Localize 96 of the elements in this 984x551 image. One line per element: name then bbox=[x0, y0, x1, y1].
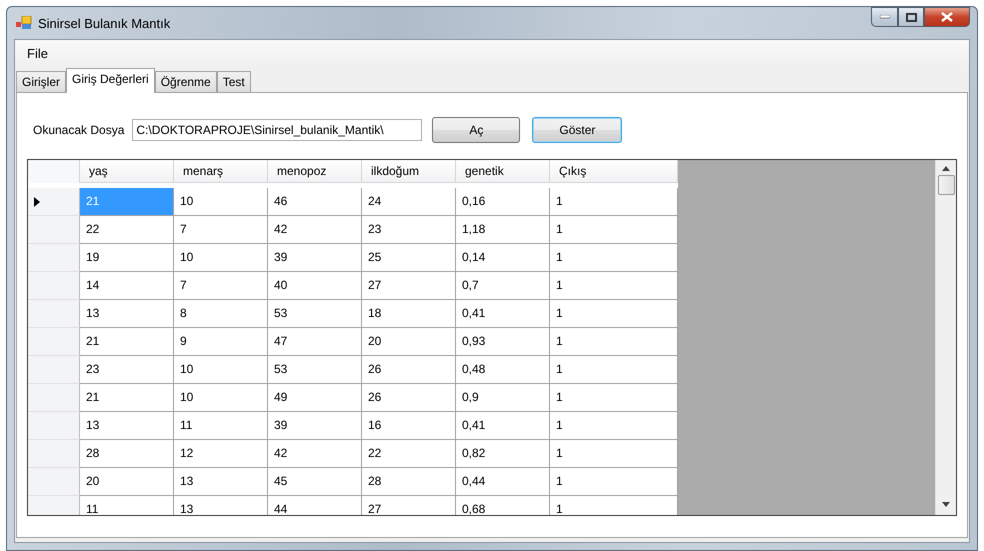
table-cell: 21 bbox=[80, 328, 174, 356]
table-cell: 22 bbox=[80, 216, 174, 244]
table-cell: 12 bbox=[174, 440, 268, 468]
table-cell: 19 bbox=[80, 244, 174, 272]
table-cell: 1,18 bbox=[456, 216, 550, 244]
table-cell: 13 bbox=[80, 300, 174, 328]
table-cell: 28 bbox=[80, 440, 174, 468]
table-cell: 47 bbox=[268, 328, 362, 356]
table-cell: 9 bbox=[174, 328, 268, 356]
scrollbar[interactable] bbox=[935, 160, 956, 515]
table-cell: 25 bbox=[362, 244, 456, 272]
show-button[interactable]: Göster bbox=[532, 117, 622, 143]
row-header[interactable] bbox=[28, 188, 80, 216]
table-cell: 1 bbox=[550, 244, 678, 272]
table-cell: 0,82 bbox=[456, 440, 550, 468]
table-cell: 7 bbox=[174, 272, 268, 300]
table-cell: 27 bbox=[362, 272, 456, 300]
file-path-field[interactable]: C:\DOKTORAPROJE\Sinirsel_bulanik_Mantik\ bbox=[132, 119, 422, 141]
scroll-down-icon bbox=[942, 502, 950, 507]
column-header[interactable]: menarş bbox=[174, 160, 268, 183]
field-label: Okunacak Dosya bbox=[33, 123, 124, 137]
scrollbar-thumb[interactable] bbox=[938, 175, 954, 195]
table-cell: 28 bbox=[362, 468, 456, 496]
table-cell: 23 bbox=[80, 356, 174, 384]
table-cell: 10 bbox=[174, 244, 268, 272]
table-cell: 0,7 bbox=[456, 272, 550, 300]
table-cell: 0,14 bbox=[456, 244, 550, 272]
table-cell: 21 bbox=[80, 384, 174, 412]
table-cell: 53 bbox=[268, 356, 362, 384]
table-cell: 20 bbox=[362, 328, 456, 356]
table-cell: 23 bbox=[362, 216, 456, 244]
table-cell: 1 bbox=[550, 300, 678, 328]
table-cell: 45 bbox=[268, 468, 362, 496]
restore-icon bbox=[906, 12, 916, 22]
table-cell: 18 bbox=[362, 300, 456, 328]
table-cell: 0,41 bbox=[456, 412, 550, 440]
header-corner[interactable] bbox=[28, 160, 80, 183]
table-cell: 0,16 bbox=[456, 188, 550, 216]
table-cell: 21 bbox=[80, 188, 174, 216]
column-header[interactable]: menopoz bbox=[268, 160, 362, 183]
column-header[interactable]: yaş bbox=[80, 160, 174, 183]
table-cell: 49 bbox=[268, 384, 362, 412]
table-cell: 42 bbox=[268, 440, 362, 468]
table-cell: 11 bbox=[174, 412, 268, 440]
tab[interactable]: Giriş Değerleri bbox=[66, 68, 155, 93]
table-cell: 14 bbox=[80, 272, 174, 300]
app-icon bbox=[16, 16, 32, 30]
table-cell: 1 bbox=[550, 468, 678, 496]
table-cell: 1 bbox=[550, 188, 678, 216]
open-button[interactable]: Aç bbox=[432, 117, 520, 143]
current-row-icon bbox=[34, 196, 40, 206]
table-cell: 10 bbox=[174, 356, 268, 384]
table-cell: 0,9 bbox=[456, 384, 550, 412]
table-cell: 42 bbox=[268, 216, 362, 244]
table-cell: 7 bbox=[174, 216, 268, 244]
close-icon bbox=[941, 12, 953, 22]
tab[interactable]: Test bbox=[216, 71, 251, 92]
table-cell: 1 bbox=[550, 412, 678, 440]
column-header[interactable]: ilkdoğum bbox=[362, 160, 456, 183]
tab[interactable]: Girişler bbox=[16, 71, 66, 92]
window-title: Sinirsel Bulanık Mantık bbox=[38, 16, 170, 30]
table-cell: 39 bbox=[268, 412, 362, 440]
maximize-button[interactable] bbox=[898, 7, 924, 27]
table-cell: 46 bbox=[268, 188, 362, 216]
table-cell: 13 bbox=[174, 468, 268, 496]
table-cell: 22 bbox=[362, 440, 456, 468]
table-cell: 39 bbox=[268, 244, 362, 272]
table-cell: 53 bbox=[268, 300, 362, 328]
minimize-icon bbox=[880, 15, 890, 19]
table-cell: 1 bbox=[550, 440, 678, 468]
column-header[interactable]: Çıkış bbox=[550, 160, 678, 183]
table-cell: 10 bbox=[174, 188, 268, 216]
column-header[interactable]: genetik bbox=[456, 160, 550, 183]
table-cell: 10 bbox=[174, 384, 268, 412]
table-cell: 26 bbox=[362, 356, 456, 384]
tab[interactable]: Öğrenme bbox=[154, 71, 217, 92]
table-cell: 20 bbox=[80, 468, 174, 496]
table-cell: 1 bbox=[550, 216, 678, 244]
table-cell: 1 bbox=[550, 272, 678, 300]
table-cell: 0,41 bbox=[456, 300, 550, 328]
table-cell: 8 bbox=[174, 300, 268, 328]
table-cell: 26 bbox=[362, 384, 456, 412]
close-button[interactable] bbox=[924, 7, 970, 27]
table-cell: 1 bbox=[550, 328, 678, 356]
table-cell: 0,48 bbox=[456, 356, 550, 384]
table-cell: 1 bbox=[550, 356, 678, 384]
table-cell: 24 bbox=[362, 188, 456, 216]
table-cell: 0,93 bbox=[456, 328, 550, 356]
table-cell: 13 bbox=[80, 412, 174, 440]
table-cell: 1 bbox=[550, 384, 678, 412]
table-cell: 0,44 bbox=[456, 468, 550, 496]
table-cell: 40 bbox=[268, 272, 362, 300]
menu-item[interactable]: File bbox=[21, 44, 54, 62]
scroll-up-icon bbox=[942, 166, 950, 171]
minimize-button[interactable] bbox=[871, 7, 898, 27]
table-cell: 16 bbox=[362, 412, 456, 440]
